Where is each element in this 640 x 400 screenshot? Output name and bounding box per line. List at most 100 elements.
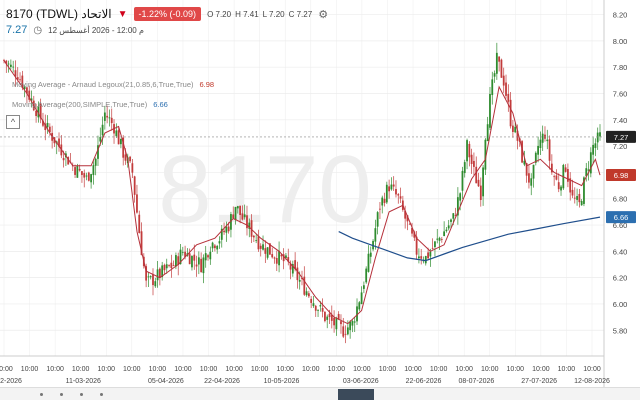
candle-body [379, 208, 381, 210]
candle-body [211, 242, 214, 249]
candle-body [7, 63, 10, 65]
candle-body [92, 165, 95, 176]
candle-body [482, 167, 484, 197]
candle-body [473, 160, 475, 167]
candle-body [479, 185, 482, 200]
x-minor-tick-label: 10:00 [353, 366, 371, 373]
candle-body [310, 298, 313, 303]
candle-body [94, 158, 97, 166]
candle-body [204, 253, 207, 261]
y-tick-label: 7.60 [613, 90, 628, 99]
candle-body [266, 247, 269, 258]
candle-body [349, 321, 352, 331]
change-badge: -1.22% (-0.09) [133, 7, 202, 21]
low-value: L 7.20 [262, 9, 285, 19]
x-tick-label: 08-07-2026 [458, 378, 494, 385]
candle-body [35, 110, 37, 116]
candle-body [314, 305, 317, 311]
y-tick-label: 6.20 [613, 274, 628, 283]
x-tick-label: 15-02-2026 [0, 378, 22, 385]
candle-body [564, 167, 567, 172]
candle-body [507, 93, 510, 102]
x-minor-tick-label: 10:00 [21, 366, 39, 373]
x-minor-tick-label: 10:00 [200, 366, 218, 373]
candle-body [103, 112, 106, 121]
candle-body [120, 138, 122, 145]
x-minor-tick-label: 10:00 [97, 366, 115, 373]
candle-body [108, 117, 111, 119]
candle-body [511, 125, 514, 132]
candle-body [461, 170, 464, 191]
candle-body [390, 184, 393, 190]
candle-body [305, 291, 308, 296]
candle-body [154, 281, 157, 287]
candle-body [514, 126, 517, 133]
candle-body [12, 66, 15, 68]
x-minor-tick-label: 10:00 [72, 366, 90, 373]
candle-body [365, 268, 368, 283]
candle-body [259, 245, 262, 249]
candle-body [271, 254, 274, 258]
candle-body [509, 99, 512, 127]
candle-body [493, 73, 496, 77]
gear-icon[interactable]: ⚙ [318, 8, 328, 21]
candle-body [136, 194, 138, 213]
candle-body [172, 265, 175, 267]
candle-body [115, 130, 118, 137]
x-tick-label: 11-03-2026 [66, 378, 101, 385]
x-minor-tick-label: 10:00 [276, 366, 294, 373]
candle-body [500, 59, 503, 78]
price-datetime-row: 7.27 ◷ 12 م 12:00 - 2026 أغسطس [6, 24, 144, 36]
candle-body [436, 238, 439, 240]
candle-body [252, 235, 255, 238]
x-minor-tick-label: 10:00 [302, 366, 320, 373]
candle-body [362, 285, 365, 289]
candle-body [578, 193, 581, 203]
candle-body [344, 333, 347, 335]
candle-body [62, 158, 65, 161]
candle-body [202, 257, 205, 274]
x-tick-label: 22-04-2026 [204, 378, 240, 385]
candle-body [438, 237, 441, 241]
price-chart[interactable]: 8170 8.208.007.807.607.407.207.006.806.6… [0, 0, 640, 400]
candle-body [342, 326, 345, 337]
candle-body [333, 317, 335, 326]
y-tick-label: 6.40 [613, 247, 628, 256]
candle-body [489, 93, 491, 128]
toolbar-button[interactable] [338, 389, 374, 400]
candle-body [213, 245, 216, 249]
x-minor-tick-label: 10:00 [0, 366, 13, 373]
candle-body [218, 241, 221, 244]
candle-body [207, 255, 209, 258]
candle-body [81, 171, 83, 175]
indicator-legend-sma[interactable]: Moving Average(200,SIMPLE,True,True) 6.6… [12, 100, 168, 109]
candle-body [9, 64, 12, 67]
candle-body [188, 253, 191, 265]
candle-body [129, 156, 131, 162]
candle-body [466, 140, 468, 162]
x-minor-tick-label: 10:00 [404, 366, 422, 373]
candle-body [502, 75, 505, 86]
x-minor-tick-label: 10:00 [481, 366, 499, 373]
candle-body [468, 143, 471, 158]
candle-body [388, 186, 391, 192]
candle-body [397, 194, 400, 196]
candle-body [385, 184, 388, 203]
candle-body [257, 236, 260, 250]
candle-body [83, 173, 86, 178]
x-minor-tick-label: 10:00 [583, 366, 601, 373]
candle-body [298, 279, 301, 282]
close-value: C 7.27 [288, 9, 313, 19]
candle-body [76, 165, 79, 178]
toolbar-dot [80, 393, 83, 396]
indicator-legend-alma[interactable]: Moving Average - Arnaud Legoux(21,0.85,6… [12, 80, 214, 89]
candle-body [197, 257, 200, 265]
collapse-legend-button[interactable]: ^ [6, 115, 20, 129]
candle-body [209, 251, 212, 260]
candle-body [149, 276, 152, 278]
x-minor-tick-label: 10:00 [149, 366, 167, 373]
candle-body [427, 252, 429, 259]
x-minor-tick-label: 10:00 [174, 366, 192, 373]
candle-body [498, 56, 501, 62]
candle-body [463, 162, 466, 174]
